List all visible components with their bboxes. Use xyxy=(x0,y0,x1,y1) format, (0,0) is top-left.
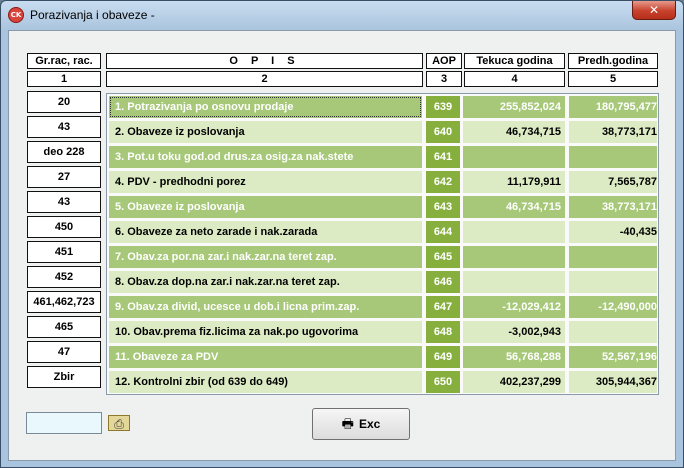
table-row[interactable]: 3. Pot.u toku god.od drus.za osig.za nak… xyxy=(109,146,657,168)
row-previous-year[interactable]: 52,567,196 xyxy=(569,346,657,368)
table-row[interactable]: 6. Obaveze za neto zarade i nak.zarada 6… xyxy=(109,221,657,243)
row-previous-year[interactable]: 38,773,171 xyxy=(569,121,657,143)
row-description: 5. Obaveze iz poslovanja xyxy=(109,196,422,218)
account-cell: 461,462,723 xyxy=(27,291,101,313)
row-aop: 647 xyxy=(426,296,460,318)
row-current-year[interactable]: 11,179,911 xyxy=(463,171,565,193)
row-current-year[interactable]: 46,734,715 xyxy=(463,196,565,218)
row-description: 6. Obaveze za neto zarade i nak.zarada xyxy=(109,221,422,243)
account-cell: 43 xyxy=(27,116,101,138)
window-title: Porazivanja i obaveze - xyxy=(30,8,155,22)
header-number: 1 xyxy=(27,71,101,87)
table-row[interactable]: 11. Obaveze za PDV 649 56,768,288 52,567… xyxy=(109,346,657,368)
text-input[interactable] xyxy=(26,412,102,434)
row-aop: 646 xyxy=(426,271,460,293)
header-number: 3 xyxy=(426,71,462,87)
row-description: 10. Obav.prema fiz.licima za nak.po ugov… xyxy=(109,321,422,343)
header-account: Gr.rac, rac. xyxy=(27,53,101,69)
table-row[interactable]: 5. Obaveze iz poslovanja 643 46,734,715 … xyxy=(109,196,657,218)
exc-button[interactable]: 🖶 Exc xyxy=(312,408,410,440)
title-bar[interactable]: CK Porazivanja i obaveze - ✕ xyxy=(1,1,683,29)
row-current-year[interactable] xyxy=(463,271,565,293)
row-current-year[interactable]: 255,852,024 xyxy=(463,96,565,118)
export-icon[interactable]: ⎙ xyxy=(108,415,130,431)
row-aop: 642 xyxy=(426,171,460,193)
header-number: 5 xyxy=(568,71,658,87)
row-description: 4. PDV - predhodni porez xyxy=(109,171,422,193)
row-aop: 639 xyxy=(426,96,460,118)
row-aop: 645 xyxy=(426,246,460,268)
row-current-year[interactable] xyxy=(463,146,565,168)
row-aop: 640 xyxy=(426,121,460,143)
row-current-year[interactable]: 46,734,715 xyxy=(463,121,565,143)
table-row[interactable]: 4. PDV - predhodni porez 642 11,179,911 … xyxy=(109,171,657,193)
row-current-year[interactable] xyxy=(463,221,565,243)
row-aop: 644 xyxy=(426,221,460,243)
printer-icon: 🖶 xyxy=(341,417,354,432)
table-row[interactable]: 8. Obav.za dop.na zar.i nak.zar.na teret… xyxy=(109,271,657,293)
row-aop: 650 xyxy=(426,371,460,393)
account-cell: 43 xyxy=(27,191,101,213)
row-previous-year[interactable] xyxy=(569,246,657,268)
account-cell: 450 xyxy=(27,216,101,238)
form-area: Gr.rac, rac. O P I S AOP Tekuca godina P… xyxy=(8,30,676,461)
row-current-year[interactable]: 402,237,299 xyxy=(463,371,565,393)
row-previous-year[interactable] xyxy=(569,146,657,168)
exc-button-label: Exc xyxy=(358,417,381,431)
row-aop: 649 xyxy=(426,346,460,368)
row-description: 7. Obav.za por.na zar.i nak.zar.na teret… xyxy=(109,246,422,268)
row-previous-year[interactable]: 180,795,477 xyxy=(569,96,657,118)
row-previous-year[interactable] xyxy=(569,321,657,343)
row-previous-year[interactable]: 7,565,787 xyxy=(569,171,657,193)
account-cell: 451 xyxy=(27,241,101,263)
row-description: 12. Kontrolni zbir (od 639 do 649) xyxy=(109,371,422,393)
row-aop: 641 xyxy=(426,146,460,168)
header-current-year: Tekuca godina xyxy=(464,53,565,69)
account-cell: 20 xyxy=(27,91,101,113)
app-icon: CK xyxy=(8,7,24,23)
row-current-year[interactable] xyxy=(463,246,565,268)
account-cell: 465 xyxy=(27,316,101,338)
row-previous-year[interactable] xyxy=(569,271,657,293)
row-description: 11. Obaveze za PDV xyxy=(109,346,422,368)
table-row[interactable]: 12. Kontrolni zbir (od 639 do 649) 650 4… xyxy=(109,371,657,393)
row-aop: 643 xyxy=(426,196,460,218)
row-previous-year[interactable]: -40,435 xyxy=(569,221,657,243)
row-current-year[interactable]: -12,029,412 xyxy=(463,296,565,318)
account-cell: 47 xyxy=(27,341,101,363)
row-current-year[interactable]: -3,002,943 xyxy=(463,321,565,343)
row-previous-year[interactable]: 38,773,171 xyxy=(569,196,657,218)
table-row[interactable]: 1. Potrazivanja po osnovu prodaje 639 25… xyxy=(109,96,657,118)
header-previous-year: Predh.godina xyxy=(568,53,658,69)
row-aop: 648 xyxy=(426,321,460,343)
account-cell: 452 xyxy=(27,266,101,288)
table-row[interactable]: 2. Obaveze iz poslovanja 640 46,734,715 … xyxy=(109,121,657,143)
header-aop: AOP xyxy=(426,53,462,69)
table-row[interactable]: 10. Obav.prema fiz.licima za nak.po ugov… xyxy=(109,321,657,343)
close-button[interactable]: ✕ xyxy=(632,1,676,20)
row-description: 1. Potrazivanja po osnovu prodaje xyxy=(109,96,422,118)
row-description: 3. Pot.u toku god.od drus.za osig.za nak… xyxy=(109,146,422,168)
data-grid: 1. Potrazivanja po osnovu prodaje 639 25… xyxy=(106,93,659,395)
row-description: 2. Obaveze iz poslovanja xyxy=(109,121,422,143)
row-description: 9. Obav.za divid, ucesce u dob.i licna p… xyxy=(109,296,422,318)
header-description: O P I S xyxy=(106,53,423,69)
account-cell: Zbir xyxy=(27,366,101,388)
header-number: 4 xyxy=(464,71,565,87)
row-previous-year[interactable]: 305,944,367 xyxy=(569,371,657,393)
table-row[interactable]: 7. Obav.za por.na zar.i nak.zar.na teret… xyxy=(109,246,657,268)
app-window: CK Porazivanja i obaveze - ✕ Gr.rac, rac… xyxy=(0,0,684,468)
account-cell: 27 xyxy=(27,166,101,188)
table-row[interactable]: 9. Obav.za divid, ucesce u dob.i licna p… xyxy=(109,296,657,318)
row-previous-year[interactable]: -12,490,000 xyxy=(569,296,657,318)
account-cell: deo 228 xyxy=(27,141,101,163)
row-current-year[interactable]: 56,768,288 xyxy=(463,346,565,368)
row-description: 8. Obav.za dop.na zar.i nak.zar.na teret… xyxy=(109,271,422,293)
header-number: 2 xyxy=(106,71,423,87)
